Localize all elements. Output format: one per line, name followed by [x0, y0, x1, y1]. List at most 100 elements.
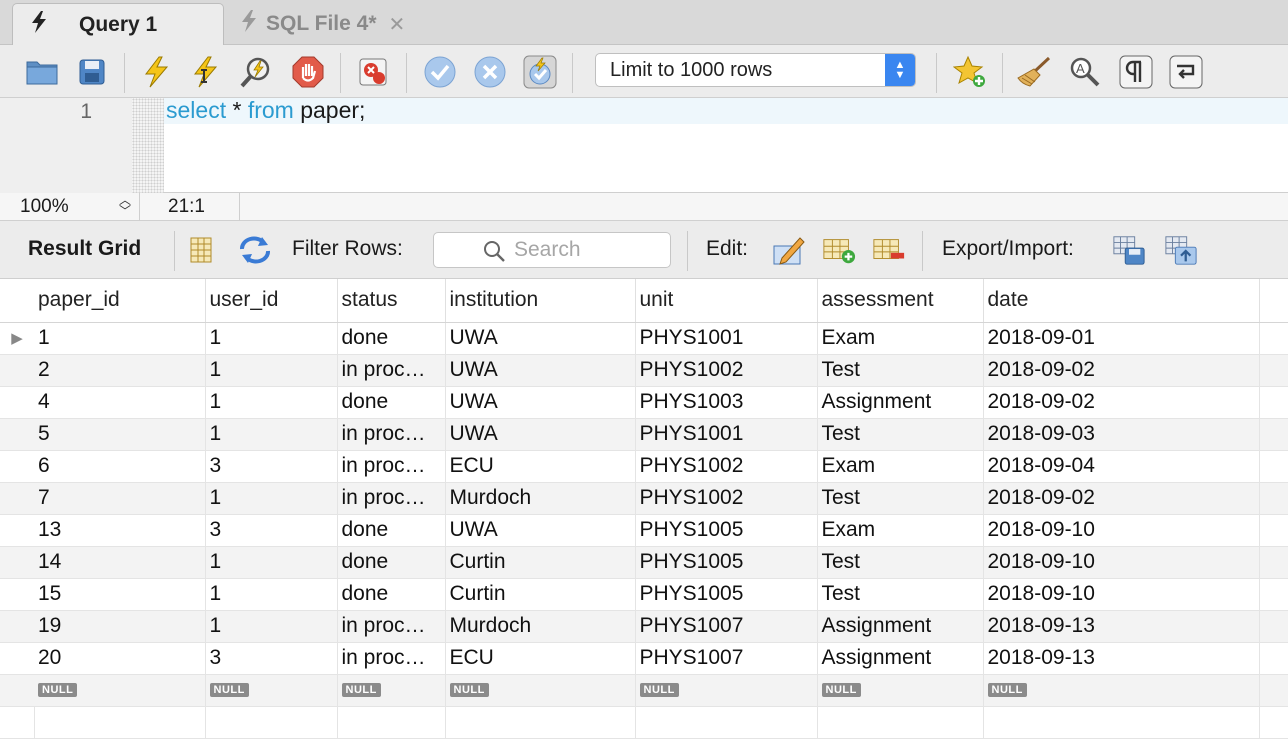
table-cell[interactable]: 6	[34, 450, 206, 483]
column-header-date[interactable]: date	[983, 279, 1260, 323]
table-row[interactable]: 13 3 done UWA PHYS1005 Exam 2018-09-10	[0, 514, 1288, 547]
table-cell[interactable]: Exam	[817, 450, 984, 483]
find-replace-button[interactable]: A	[1066, 54, 1102, 90]
table-cell[interactable]: 20	[34, 642, 206, 675]
explain-button[interactable]	[238, 54, 274, 90]
table-cell[interactable]: 1	[205, 610, 338, 643]
toggle-columns-button[interactable]	[184, 233, 218, 267]
table-cell[interactable]: 14	[34, 546, 206, 579]
table-cell[interactable]: done	[337, 546, 446, 579]
table-cell[interactable]: NULL	[205, 674, 338, 707]
table-cell[interactable]: PHYS1007	[635, 642, 818, 675]
row-header[interactable]	[0, 450, 34, 483]
refresh-button[interactable]	[238, 233, 272, 267]
insert-row-button[interactable]	[822, 233, 856, 267]
table-cell[interactable]: in proc…	[337, 354, 446, 387]
table-cell[interactable]: UWA	[445, 354, 636, 387]
row-header[interactable]	[0, 642, 34, 675]
column-header-paper-id[interactable]: paper_id	[34, 279, 206, 323]
table-row[interactable]: ▶ 1 1 done UWA PHYS1001 Exam 2018-09-01	[0, 322, 1288, 355]
table-cell[interactable]: 2018-09-10	[983, 546, 1260, 579]
table-cell[interactable]: 2018-09-02	[983, 354, 1260, 387]
table-cell[interactable]: ECU	[445, 450, 636, 483]
table-cell[interactable]: Murdoch	[445, 482, 636, 515]
current-row-indicator[interactable]: ▶	[0, 322, 34, 355]
row-header[interactable]	[0, 578, 34, 611]
column-header-status[interactable]: status	[337, 279, 446, 323]
table-cell[interactable]: Assignment	[817, 386, 984, 419]
table-cell[interactable]: PHYS1002	[635, 450, 818, 483]
table-cell[interactable]: 1	[205, 322, 338, 355]
table-cell[interactable]: NULL	[445, 674, 636, 707]
table-cell[interactable]: 4	[34, 386, 206, 419]
column-header-user-id[interactable]: user_id	[205, 279, 338, 323]
table-cell[interactable]: UWA	[445, 322, 636, 355]
table-row[interactable]: 4 1 done UWA PHYS1003 Assignment 2018-09-02	[0, 386, 1288, 419]
table-cell[interactable]: 19	[34, 610, 206, 643]
table-cell[interactable]: 1	[205, 386, 338, 419]
row-header[interactable]	[0, 674, 34, 707]
table-cell[interactable]: 1	[205, 482, 338, 515]
table-cell[interactable]: in proc…	[337, 450, 446, 483]
table-row[interactable]: 2 1 in proc… UWA PHYS1002 Test 2018-09-02	[0, 354, 1288, 387]
sql-editor[interactable]: 1 select * from paper;	[0, 98, 1288, 193]
table-cell[interactable]: NULL	[817, 674, 984, 707]
table-cell[interactable]: Test	[817, 578, 984, 611]
new-row[interactable]: NULL NULL NULL NULL NULL NULL NULL	[0, 674, 1288, 707]
table-cell[interactable]: PHYS1005	[635, 578, 818, 611]
table-row[interactable]: 19 1 in proc… Murdoch PHYS1007 Assignment 2018…	[0, 610, 1288, 643]
table-row[interactable]: 15 1 done Curtin PHYS1005 Test 2018-09-10	[0, 578, 1288, 611]
open-folder-button[interactable]	[24, 54, 60, 90]
table-cell[interactable]: done	[337, 578, 446, 611]
table-cell[interactable]: 2	[34, 354, 206, 387]
table-row[interactable]: 6 3 in proc… ECU PHYS1002 Exam 2018-09-04	[0, 450, 1288, 483]
column-header-unit[interactable]: unit	[635, 279, 818, 323]
execute-button[interactable]	[138, 54, 174, 90]
row-header[interactable]	[0, 386, 34, 419]
zoom-control[interactable]: 100% ︿ ﹀	[0, 193, 140, 221]
search-input[interactable]	[514, 237, 664, 263]
table-cell[interactable]: 1	[34, 322, 206, 355]
table-cell[interactable]: done	[337, 322, 446, 355]
table-cell[interactable]: 2018-09-04	[983, 450, 1260, 483]
table-cell[interactable]: Exam	[817, 514, 984, 547]
table-cell[interactable]: 13	[34, 514, 206, 547]
stop-button[interactable]	[290, 54, 326, 90]
table-cell[interactable]: 2018-09-10	[983, 578, 1260, 611]
table-cell[interactable]: 15	[34, 578, 206, 611]
table-cell[interactable]: UWA	[445, 514, 636, 547]
table-cell[interactable]: NULL	[635, 674, 818, 707]
row-header[interactable]	[0, 482, 34, 515]
result-grid-label[interactable]: Result Grid	[28, 237, 141, 261]
table-cell[interactable]: 3	[205, 514, 338, 547]
table-cell[interactable]: done	[337, 386, 446, 419]
table-cell[interactable]: Curtin	[445, 546, 636, 579]
table-cell[interactable]: 1	[205, 578, 338, 611]
export-button[interactable]	[1112, 233, 1146, 267]
table-cell[interactable]: 1	[205, 546, 338, 579]
table-cell[interactable]: PHYS1001	[635, 418, 818, 451]
table-cell[interactable]: 2018-09-02	[983, 386, 1260, 419]
table-row[interactable]: 14 1 done Curtin PHYS1005 Test 2018-09-10	[0, 546, 1288, 579]
table-cell[interactable]: 1	[205, 354, 338, 387]
table-cell[interactable]: Assignment	[817, 610, 984, 643]
table-cell[interactable]: NULL	[337, 674, 446, 707]
table-row[interactable]: 20 3 in proc… ECU PHYS1007 Assignment 2018-09-…	[0, 642, 1288, 675]
edit-row-button[interactable]	[772, 233, 806, 267]
table-cell[interactable]: in proc…	[337, 418, 446, 451]
table-cell[interactable]: Murdoch	[445, 610, 636, 643]
toggle-invisibles-button[interactable]	[1118, 54, 1154, 90]
tab-sql-file-4[interactable]: SQL File 4* ✕	[226, 3, 436, 45]
table-cell[interactable]: 2018-09-13	[983, 610, 1260, 643]
table-cell[interactable]: PHYS1003	[635, 386, 818, 419]
table-cell[interactable]: UWA	[445, 418, 636, 451]
tab-query-1[interactable]: Query 1	[12, 3, 224, 45]
table-cell[interactable]: PHYS1005	[635, 514, 818, 547]
table-cell[interactable]: 3	[205, 450, 338, 483]
result-grid[interactable]: paper_id user_id status institution unit…	[0, 279, 1288, 742]
table-row[interactable]: 7 1 in proc… Murdoch PHYS1002 Test 2018-09-02	[0, 482, 1288, 515]
save-button[interactable]	[74, 54, 110, 90]
table-cell[interactable]: in proc…	[337, 642, 446, 675]
table-cell[interactable]: NULL	[983, 674, 1260, 707]
table-cell[interactable]: 2018-09-01	[983, 322, 1260, 355]
